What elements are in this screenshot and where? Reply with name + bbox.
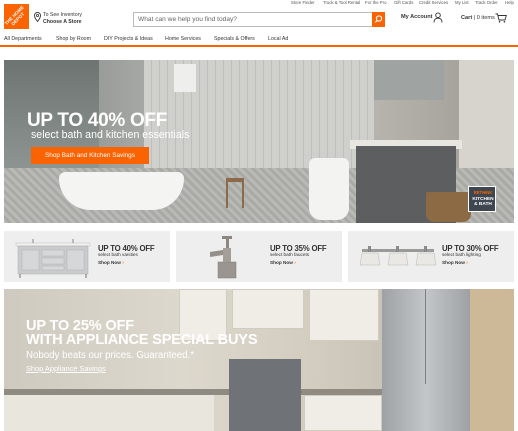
tile-subtitle: select bath lighting	[442, 252, 481, 257]
promo-tile-lighting[interactable]: UP TO 30% OFF select bath lighting Shop …	[348, 231, 514, 282]
util-link-store-finder[interactable]: Store Finder	[291, 0, 315, 5]
shop-appliance-savings-link[interactable]: Shop Appliance Savings	[26, 364, 106, 373]
badge-line2: KITCHEN & BATH	[472, 197, 494, 207]
search-icon	[374, 15, 383, 23]
kitchen-upper-cabinet	[309, 289, 379, 341]
nav-home-services[interactable]: Home Services	[165, 36, 201, 42]
badge-line1: RETHINK	[473, 190, 493, 195]
util-link-my-list[interactable]: My List	[455, 0, 469, 5]
faucet-icon	[210, 236, 237, 279]
kitchen-doorway	[470, 289, 514, 431]
nav-local-ad[interactable]: Local Ad	[268, 36, 288, 42]
hero-mirror	[374, 60, 444, 100]
vanity-icon	[15, 239, 91, 278]
tile-subtitle: select bath faucets	[270, 252, 310, 257]
choose-store-link[interactable]: Choose A Store	[43, 19, 82, 25]
my-account-link[interactable]: My Account	[401, 14, 433, 20]
shop-bath-kitchen-button[interactable]: Shop Bath and Kitchen Savings	[31, 147, 149, 164]
department-nav: All Departments Shop by Room DIY Project…	[0, 33, 518, 47]
search-button[interactable]	[372, 12, 385, 27]
tile-subtitle: select bath vanities	[98, 252, 138, 257]
kitchen-refrigerator	[382, 289, 470, 431]
tile-shop-now-link[interactable]: Shop Now ›	[98, 260, 124, 265]
tile-shop-now-link[interactable]: Shop Now ›	[442, 260, 468, 265]
appliance-headline-2: WITH APPLIANCE SPECIAL BUYS	[26, 332, 258, 348]
search-bar	[133, 12, 385, 27]
kitchen-lower-cabinet	[304, 395, 382, 431]
cart-count: 0 items	[476, 15, 495, 21]
hero-bathtub	[59, 172, 184, 210]
util-link-gift-cards[interactable]: Gift Cards	[394, 0, 413, 5]
util-link-truck-tool-rental[interactable]: Truck & Tool Rental	[323, 0, 360, 5]
promo-tile-faucets[interactable]: UP TO 35% OFF select bath faucets Shop N…	[176, 231, 342, 282]
home-depot-logo[interactable]: THE HOME DEPOT	[4, 4, 29, 29]
nav-specials-offers[interactable]: Specials & Offers	[214, 36, 255, 42]
cart-link[interactable]: Cart | 0 items	[461, 15, 495, 21]
hero-toilet	[309, 158, 349, 220]
hero-basket	[426, 192, 471, 222]
hero-subhead: select bath and kitchen essentials	[31, 129, 190, 141]
kitchen-range-hood	[232, 289, 304, 329]
util-link-track-order[interactable]: Track Order	[475, 0, 498, 5]
kitchen-island	[4, 395, 214, 431]
cart-icon[interactable]	[495, 13, 507, 23]
util-link-credit-services[interactable]: Credit Services	[419, 0, 448, 5]
tile-shop-now-link[interactable]: Shop Now ›	[270, 260, 296, 265]
user-icon[interactable]	[433, 12, 443, 23]
fridge-door-split	[425, 289, 426, 384]
cart-label: Cart	[461, 15, 473, 21]
nav-all-departments[interactable]: All Departments	[4, 36, 42, 42]
vanity-light-icon	[359, 246, 437, 266]
hero-banner[interactable]	[4, 60, 514, 223]
kitchen-range	[229, 359, 301, 431]
rethink-kitchen-bath-badge: RETHINK KITCHEN & BATH	[468, 186, 496, 212]
utility-nav: Store Finder Truck & Tool Rental For the…	[0, 0, 518, 7]
logo-text: THE HOME DEPOT	[4, 4, 26, 27]
map-pin-icon	[34, 12, 41, 22]
hero-towel	[174, 64, 196, 92]
nav-shop-by-room[interactable]: Shop by Room	[56, 36, 91, 42]
search-input[interactable]	[134, 13, 372, 26]
promo-tile-vanities[interactable]: UP TO 40% OFF select bath vanities Shop …	[4, 231, 170, 282]
hero-stool	[226, 178, 244, 208]
appliance-subhead: Nobody beats our prices. Guaranteed.*	[26, 350, 195, 361]
nav-diy-projects[interactable]: DIY Projects & Ideas	[104, 36, 153, 42]
util-link-for-the-pro[interactable]: For the Pro	[365, 0, 387, 5]
store-inventory-label: To See Inventory	[43, 12, 82, 18]
util-link-help[interactable]: Help	[505, 0, 514, 5]
